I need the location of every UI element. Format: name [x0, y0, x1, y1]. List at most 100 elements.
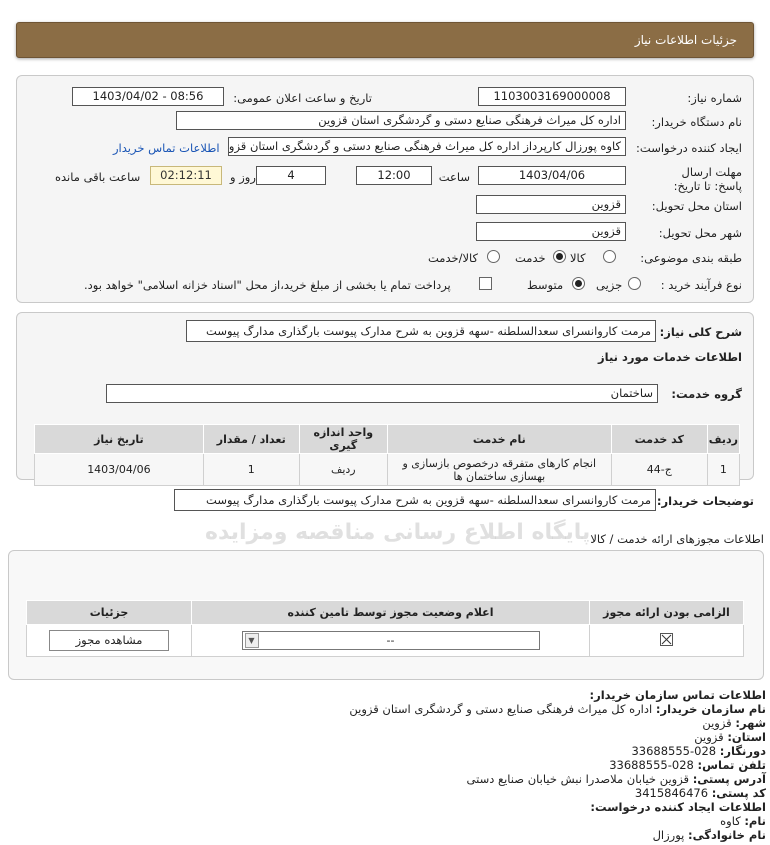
- need-number-field: 1103003169000008: [478, 87, 626, 106]
- contact-org: نام سازمان خریدار: اداره کل میراث فرهنگی…: [349, 702, 766, 716]
- contact-title-text: اطلاعات تماس سازمان خریدار:: [589, 688, 766, 702]
- buyer-org-field: اداره کل میراث فرهنگی صنایع دستی و گردشگ…: [176, 111, 626, 130]
- cell-permit-details: مشاهده مجوز: [26, 624, 192, 657]
- permits-table: الزامی بودن ارائه مجوز اعلام وضعیت مجوز …: [26, 600, 744, 657]
- contact-province-label: استان:: [727, 730, 766, 744]
- contact-fax-label: دورنگار:: [719, 744, 766, 758]
- col-permit-details: جزئیات: [26, 600, 192, 625]
- service-group-field: ساختمان: [106, 384, 658, 403]
- category-option-service: خدمت: [515, 251, 546, 265]
- category-option-goods-service: کالا/خدمت: [428, 251, 479, 265]
- days-field: 4: [256, 166, 326, 185]
- creator-title: اطلاعات ایجاد کننده درخواست:: [590, 800, 766, 814]
- col-row: ردیف: [706, 424, 741, 454]
- contact-org-value: اداره کل میراث فرهنگی صنایع دستی و گردشگ…: [349, 702, 653, 716]
- contact-fax: دورنگار: 028-33688555: [631, 744, 766, 758]
- creator-field: کاوه پورزال کارپرداز اداره کل میراث فرهن…: [228, 137, 626, 156]
- contact-city-value: قزوین: [702, 716, 732, 730]
- cell-row: 1: [706, 453, 741, 486]
- col-code: کد خدمت: [610, 424, 708, 454]
- category-radio-goods-service[interactable]: [487, 250, 500, 263]
- contact-city: شهر: قزوین: [702, 716, 766, 730]
- city-label: شهر محل تحویل:: [658, 226, 742, 240]
- contact-postal-label: کد پستی:: [711, 786, 766, 800]
- deadline-time-label: ساعت: [438, 170, 470, 184]
- contact-fax-value: 028-33688555: [631, 744, 717, 758]
- days-label: روز و: [230, 170, 256, 184]
- contact-address-value: قزوین خیابان ملاصدرا نبش خیابان صنایع دس…: [466, 772, 690, 786]
- category-label: طبقه بندی موضوعی:: [640, 251, 742, 265]
- checked-box-icon: [660, 632, 673, 649]
- contact-address: آدرس پستی: قزوین خیابان ملاصدرا نبش خیاب…: [467, 772, 766, 786]
- contact-phone-label: تلفن تماس:: [697, 758, 766, 772]
- contact-org-label: نام سازمان خریدار:: [655, 702, 766, 716]
- buyer-contact-link[interactable]: اطلاعات تماس خریدار: [113, 141, 220, 155]
- creator-name: نام: کاوه: [720, 814, 766, 828]
- cell-name: انجام کارهای متفرقه درخصوص بازسازی و بهس…: [386, 453, 612, 486]
- description-field: مرمت کاروانسرای سعدالسلطنه -سهه قزوین به…: [186, 320, 656, 342]
- creator-name-label: نام:: [744, 814, 766, 828]
- services-table: ردیف کد خدمت نام خدمت واحد اندازه گیری ت…: [34, 424, 741, 486]
- remaining-time-field: 02:12:11: [150, 166, 222, 185]
- creator-family: نام خانوادگی: پورزال: [653, 828, 766, 842]
- permits-table-header: الزامی بودن ارائه مجوز اعلام وضعیت مجوز …: [26, 600, 744, 625]
- page-header: جزئیات اطلاعات نیاز: [16, 22, 754, 58]
- need-info-panel: [16, 75, 754, 303]
- treasury-checkbox[interactable]: [479, 277, 492, 290]
- cell-date: 1403/04/06: [34, 453, 204, 486]
- permits-title: اطلاعات مجوزهای ارائه خدمت / کالا: [590, 532, 764, 546]
- contact-postal-value: 3415846476: [634, 786, 709, 800]
- col-unit: واحد اندازه گیری: [298, 424, 388, 454]
- process-radio-medium[interactable]: [572, 277, 585, 290]
- deadline-label: مهلت ارسال پاسخ: تا تاریخ:: [673, 165, 742, 193]
- creator-family-label: نام خانوادگی:: [688, 828, 766, 842]
- process-option-medium: متوسط: [527, 278, 564, 292]
- buyer-notes-label: توضیحات خریدار:: [656, 494, 754, 508]
- col-permit-required: الزامی بودن ارائه مجوز: [589, 600, 744, 625]
- contact-province-value: قزوین: [694, 730, 724, 744]
- category-radio-goods[interactable]: [603, 250, 616, 263]
- watermark-site: پایگاه اطلاع رسانی مناقصه ومزایده: [205, 520, 591, 545]
- page-title: جزئیات اطلاعات نیاز: [634, 33, 737, 47]
- process-label: نوع فرآیند خرید :: [660, 278, 742, 292]
- col-name: نام خدمت: [386, 424, 612, 454]
- contact-title: اطلاعات تماس سازمان خریدار:: [589, 688, 766, 702]
- deadline-date-field: 1403/04/06: [478, 166, 626, 185]
- col-qty: تعداد / مقدار: [202, 424, 300, 454]
- remaining-label: ساعت باقی مانده: [55, 170, 141, 184]
- contact-province: استان: قزوین: [694, 730, 766, 744]
- contact-phone-value: 028-33688555: [609, 758, 694, 772]
- contact-address-label: آدرس پستی:: [692, 772, 766, 786]
- permit-status-value: --: [386, 634, 395, 647]
- description-label: شرح کلی نیاز:: [659, 325, 742, 339]
- category-radio-service[interactable]: [553, 250, 566, 263]
- need-number-label: شماره نیاز:: [687, 91, 742, 105]
- payment-note: پرداخت تمام یا بخشی از مبلغ خرید،از محل …: [84, 278, 451, 292]
- creator-name-value: کاوه: [720, 814, 741, 828]
- creator-family-value: پورزال: [652, 828, 685, 842]
- buyer-notes-field: مرمت کاروانسرای سعدالسلطنه -سهه قزوین به…: [174, 489, 656, 511]
- deadline-time-field: 12:00: [356, 166, 432, 185]
- province-label: استان محل تحویل:: [651, 199, 742, 213]
- category-option-goods: کالا: [570, 251, 586, 265]
- contact-city-label: شهر:: [735, 716, 766, 730]
- buyer-org-label: نام دستگاه خریدار:: [651, 115, 742, 129]
- services-table-header: ردیف کد خدمت نام خدمت واحد اندازه گیری ت…: [34, 424, 741, 454]
- chevron-down-icon[interactable]: ▼: [244, 633, 259, 648]
- contact-phone: تلفن تماس: 028-33688555: [609, 758, 766, 772]
- view-permit-button[interactable]: مشاهده مجوز: [49, 630, 169, 651]
- col-date: تاریخ نیاز: [34, 424, 204, 454]
- permit-status-select[interactable]: -- ▼: [241, 631, 540, 650]
- contact-postal: کد پستی: 3415846476: [635, 786, 766, 800]
- announce-field: 1403/04/02 - 08:56: [72, 87, 224, 106]
- cell-unit: ردیف: [298, 453, 388, 486]
- province-field: قزوین: [476, 195, 626, 214]
- city-field: قزوین: [476, 222, 626, 241]
- cell-permit-required: [589, 624, 744, 657]
- services-section-title: اطلاعات خدمات مورد نیاز: [598, 350, 742, 364]
- announce-label: تاریخ و ساعت اعلان عمومی:: [233, 91, 372, 105]
- process-radio-minor[interactable]: [628, 277, 641, 290]
- service-group-label: گروه خدمت:: [671, 387, 742, 401]
- creator-title-text: اطلاعات ایجاد کننده درخواست:: [590, 800, 766, 814]
- cell-qty: 1: [202, 453, 300, 486]
